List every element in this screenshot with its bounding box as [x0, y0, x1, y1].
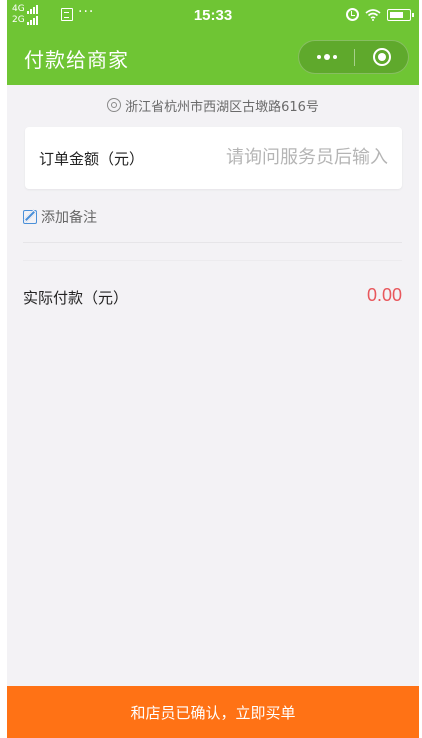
divider [23, 260, 402, 261]
wifi-icon [365, 8, 381, 21]
order-amount-card: 订单金额（元） [25, 127, 402, 189]
edit-icon [23, 210, 37, 224]
merchant-address: 浙江省杭州市西湖区古墩路616号 [7, 95, 419, 115]
header: 4G 2G ··· 15:33 付款给商家 [7, 0, 419, 85]
more-options-button[interactable] [299, 41, 354, 73]
actual-payment-label: 实际付款（元） [23, 289, 129, 307]
capsule-divider [354, 49, 355, 66]
mini-program-capsule [298, 40, 409, 74]
order-amount-input[interactable] [188, 144, 388, 170]
add-remark-label: 添加备注 [41, 210, 97, 226]
close-mini-program-button[interactable] [373, 48, 391, 66]
confirm-pay-button[interactable]: 和店员已确认，立即买单 [7, 686, 419, 738]
page-title: 付款给商家 [24, 48, 129, 72]
status-bar: 4G 2G ··· 15:33 [7, 0, 419, 32]
battery-icon [387, 8, 414, 21]
status-icons [346, 8, 414, 21]
add-remark-button[interactable]: 添加备注 [23, 207, 97, 227]
order-amount-label: 订单金额（元） [39, 150, 145, 168]
location-pin-icon [107, 98, 122, 112]
actual-payment-value: 0.00 [366, 285, 402, 305]
address-text: 浙江省杭州市西湖区古墩路616号 [125, 99, 319, 115]
alarm-icon [346, 8, 359, 21]
divider [23, 242, 402, 243]
page: 4G 2G ··· 15:33 付款给商家 浙江省杭州市西湖区古墩路616号 订… [7, 0, 419, 738]
